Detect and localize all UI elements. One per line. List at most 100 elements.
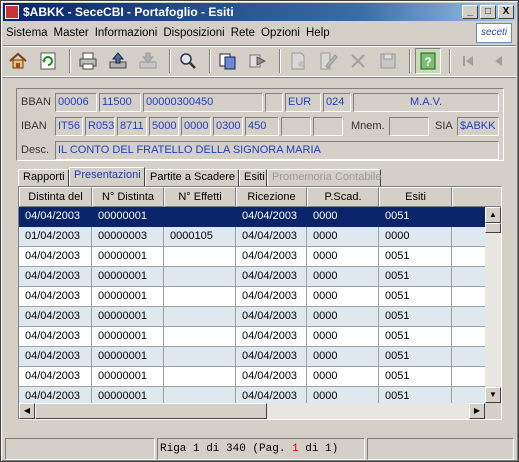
app-icon bbox=[5, 5, 19, 19]
table-row[interactable]: 04/04/2003 00000001 04/04/2003 0000 0051 bbox=[19, 207, 501, 227]
copy-icon[interactable] bbox=[215, 48, 241, 74]
table-row[interactable]: 04/04/2003 00000001 04/04/2003 0000 0051 bbox=[19, 307, 501, 327]
prev-icon[interactable] bbox=[485, 48, 511, 74]
app-window: $ABKK - SeceCBI - Portafoglio - Esiti _ … bbox=[0, 0, 519, 462]
scroll-right-button[interactable]: ▶ bbox=[469, 403, 485, 419]
help-icon[interactable]: ? bbox=[415, 48, 441, 74]
cell-ricezione: 04/04/2003 bbox=[236, 207, 307, 227]
cell-esiti: 0051 bbox=[379, 347, 452, 367]
cell-ricezione: 04/04/2003 bbox=[236, 327, 307, 347]
title-bar: $ABKK - SeceCBI - Portafoglio - Esiti _ … bbox=[3, 3, 516, 21]
vertical-scroll-thumb[interactable] bbox=[485, 223, 501, 233]
cell-esiti: 0051 bbox=[379, 287, 452, 307]
status-row-prefix: Riga 1 di 340 (Pag. bbox=[160, 443, 293, 455]
cell-p-scad: 0000 bbox=[307, 287, 379, 307]
cell-p-scad: 0000 bbox=[307, 267, 379, 287]
scroll-down-button[interactable]: ▼ bbox=[485, 387, 501, 403]
print-icon[interactable] bbox=[75, 48, 101, 74]
tab-rapporti[interactable]: Rapporti bbox=[18, 169, 69, 186]
sia-field: $ABKK bbox=[457, 117, 499, 136]
status-pane-right bbox=[367, 438, 514, 460]
table-row[interactable]: 04/04/2003 00000001 04/04/2003 0000 0051 bbox=[19, 267, 501, 287]
window-title: $ABKK - SeceCBI - Portafoglio - Esiti bbox=[23, 5, 234, 19]
cell-numero-effetti bbox=[164, 267, 236, 287]
cell-numero-distinta: 00000001 bbox=[92, 327, 164, 347]
cell-numero-effetti bbox=[164, 287, 236, 307]
table-row[interactable]: 04/04/2003 00000001 04/04/2003 0000 0051 bbox=[19, 347, 501, 367]
bban-currency-field: EUR bbox=[285, 93, 321, 112]
scroll-up-button[interactable]: ▲ bbox=[485, 207, 501, 223]
col-header-p-scad[interactable]: P.Scad. bbox=[307, 187, 379, 207]
home-icon[interactable] bbox=[5, 48, 31, 74]
tab-promemoria-contabile[interactable]: Promemoria Contabile bbox=[267, 169, 381, 186]
cell-esiti: 0051 bbox=[379, 247, 452, 267]
minimize-button[interactable]: _ bbox=[462, 5, 478, 19]
col-header-numero-distinta[interactable]: N° Distinta bbox=[92, 187, 164, 207]
first-icon[interactable] bbox=[455, 48, 481, 74]
mnem-label: Mnem. bbox=[351, 120, 385, 132]
table-row[interactable]: 04/04/2003 00000001 04/04/2003 0000 0051 bbox=[19, 367, 501, 387]
tab-esiti[interactable]: Esiti bbox=[239, 169, 267, 186]
menu-bar: Sistema Master Informazioni Disposizioni… bbox=[3, 23, 516, 43]
table-row[interactable]: 04/04/2003 00000001 04/04/2003 0000 0051 bbox=[19, 327, 501, 347]
cell-esiti: 0051 bbox=[379, 207, 452, 227]
menu-rete[interactable]: Rete bbox=[228, 27, 258, 39]
refresh-icon[interactable] bbox=[35, 48, 61, 74]
menu-help[interactable]: Help bbox=[303, 27, 333, 39]
scroll-corner bbox=[485, 403, 501, 419]
col-header-filler bbox=[452, 187, 501, 207]
cell-distinta-del: 04/04/2003 bbox=[19, 207, 92, 227]
menu-sistema[interactable]: Sistema bbox=[3, 27, 51, 39]
forward-icon[interactable] bbox=[245, 48, 271, 74]
cell-numero-distinta: 00000001 bbox=[92, 267, 164, 287]
export-icon[interactable] bbox=[105, 48, 131, 74]
horizontal-scrollbar[interactable]: ◀ ▶ bbox=[19, 403, 485, 419]
cell-distinta-del: 01/04/2003 bbox=[19, 227, 92, 247]
cell-numero-effetti bbox=[164, 327, 236, 347]
cell-ricezione: 04/04/2003 bbox=[236, 367, 307, 387]
cell-esiti: 0051 bbox=[379, 367, 452, 387]
scroll-left-button[interactable]: ◀ bbox=[19, 403, 35, 419]
bban-cab-field: 11500 bbox=[99, 93, 141, 112]
save-icon[interactable] bbox=[375, 48, 401, 74]
menu-informazioni[interactable]: Informazioni bbox=[92, 27, 161, 39]
col-header-distinta-del[interactable]: Distinta del bbox=[19, 187, 92, 207]
edit-doc-icon[interactable] bbox=[315, 48, 341, 74]
cell-numero-effetti: 0000105 bbox=[164, 227, 236, 247]
toolbar: ? bbox=[3, 45, 516, 77]
svg-text:?: ? bbox=[424, 55, 431, 69]
menu-disposizioni[interactable]: Disposizioni bbox=[160, 27, 227, 39]
cell-ricezione: 04/04/2003 bbox=[236, 287, 307, 307]
bban-label: BBAN bbox=[21, 96, 51, 108]
status-pane-left bbox=[5, 438, 155, 460]
bban-conto-field: 00000300450 bbox=[143, 93, 263, 112]
tab-partite-a-scadere[interactable]: Partite a Scadere bbox=[145, 169, 239, 186]
col-header-esiti[interactable]: Esiti bbox=[379, 187, 452, 207]
status-page-number: 1 bbox=[292, 443, 299, 455]
search-icon[interactable] bbox=[175, 48, 201, 74]
table-row[interactable]: 01/04/2003 00000003 0000105 04/04/2003 0000 0… bbox=[19, 227, 501, 247]
new-doc-icon[interactable] bbox=[285, 48, 311, 74]
tab-presentazioni[interactable]: Presentazioni bbox=[69, 167, 145, 186]
iban-part-field bbox=[313, 117, 343, 136]
cell-numero-effetti bbox=[164, 347, 236, 367]
cell-p-scad: 0000 bbox=[307, 207, 379, 227]
toolbar-separator bbox=[69, 49, 71, 73]
close-button[interactable]: X bbox=[498, 5, 514, 19]
table-row[interactable]: 04/04/2003 00000001 04/04/2003 0000 0051 bbox=[19, 247, 501, 267]
col-header-ricezione[interactable]: Ricezione bbox=[236, 187, 307, 207]
import-icon[interactable] bbox=[135, 48, 161, 74]
table-row[interactable]: 04/04/2003 00000001 04/04/2003 0000 0051 bbox=[19, 287, 501, 307]
cell-ricezione: 04/04/2003 bbox=[236, 347, 307, 367]
maximize-button[interactable]: □ bbox=[480, 5, 496, 19]
horizontal-scroll-thumb[interactable] bbox=[35, 403, 267, 419]
menu-opzioni[interactable]: Opzioni bbox=[258, 27, 303, 39]
status-row-suffix: di 1) bbox=[298, 443, 339, 455]
menu-master[interactable]: Master bbox=[51, 27, 92, 39]
grid-header: Distinta del N° Distinta N° Effetti Rice… bbox=[19, 187, 501, 207]
delete-icon[interactable] bbox=[345, 48, 371, 74]
bban-blank-field bbox=[265, 93, 283, 112]
col-header-numero-effetti[interactable]: N° Effetti bbox=[164, 187, 236, 207]
toolbar-separator bbox=[169, 49, 171, 73]
vertical-scrollbar[interactable]: ▲ ▼ bbox=[485, 207, 501, 403]
